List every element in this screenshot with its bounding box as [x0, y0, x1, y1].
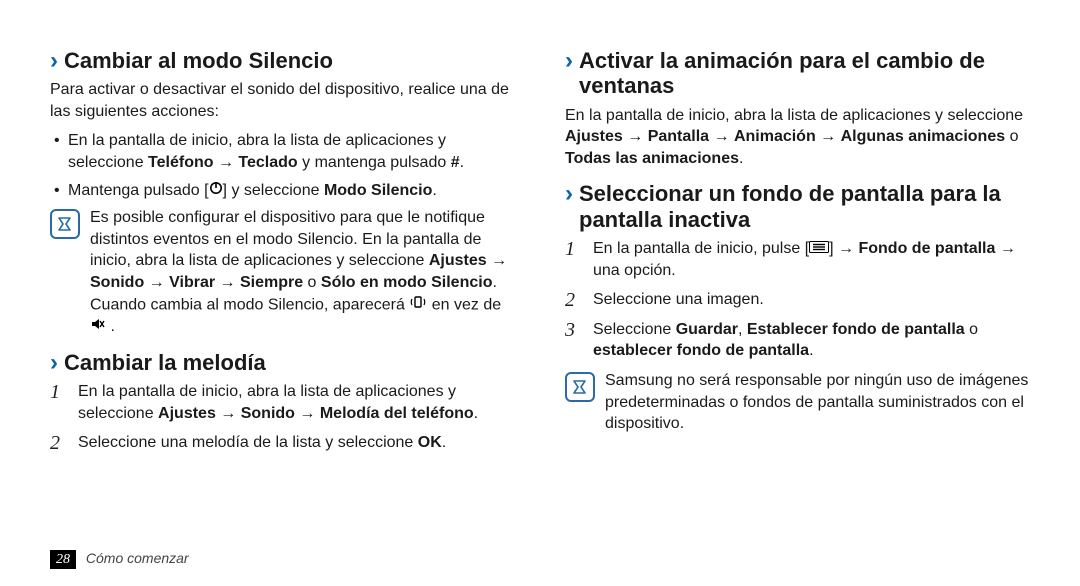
- note-text: Es posible configurar el dispositivo par…: [90, 207, 515, 338]
- note-text: Samsung no será responsable por ningún u…: [605, 370, 1030, 435]
- fondo-steps: 1 En la pantalla de inicio, pulse [] → F…: [565, 238, 1030, 362]
- melodia-steps: 1 En la pantalla de inicio, abra la list…: [50, 381, 515, 454]
- list-item: 1 En la pantalla de inicio, pulse [] → F…: [565, 238, 1030, 281]
- section-title-animacion: Activar la animación para el cambio de v…: [579, 48, 1030, 99]
- note-icon: [565, 372, 595, 402]
- chevron-icon: ›: [565, 48, 573, 73]
- list-item: 2Seleccione una imagen.: [565, 289, 1030, 311]
- list-item: 3 Seleccione Guardar, Establecer fondo d…: [565, 319, 1030, 362]
- section-title-fondo: Seleccionar un fondo de pantalla para la…: [579, 181, 1030, 232]
- bullet-item: En la pantalla de inicio, abra la lista …: [50, 130, 515, 173]
- list-item: 2 Seleccione una melodía de la lista y s…: [50, 432, 515, 454]
- note-icon: [50, 209, 80, 239]
- page-number: 28: [50, 550, 76, 569]
- section-melodia-header: › Cambiar la melodía: [50, 350, 515, 375]
- power-icon: [209, 180, 223, 202]
- menu-icon: [809, 238, 829, 260]
- left-column: › Cambiar al modo Silencio Para activar …: [50, 48, 515, 462]
- bullet-item: Mantenga pulsado [] y seleccione Modo Si…: [50, 180, 515, 202]
- chevron-icon: ›: [565, 181, 573, 206]
- note-fondo: Samsung no será responsable por ningún u…: [565, 370, 1030, 435]
- section-fondo-header: › Seleccionar un fondo de pantalla para …: [565, 181, 1030, 232]
- footer-section-name: Cómo comenzar: [86, 550, 189, 566]
- chevron-icon: ›: [50, 48, 58, 73]
- animacion-text: En la pantalla de inicio, abra la lista …: [565, 105, 1030, 170]
- section-silencio-header: › Cambiar al modo Silencio: [50, 48, 515, 73]
- page-footer: 28 Cómo comenzar: [50, 550, 189, 568]
- section-title-melodia: Cambiar la melodía: [64, 350, 266, 375]
- silencio-bullets: En la pantalla de inicio, abra la lista …: [50, 130, 515, 201]
- section-title-silencio: Cambiar al modo Silencio: [64, 48, 333, 73]
- silencio-intro: Para activar o desactivar el sonido del …: [50, 79, 515, 122]
- right-column: › Activar la animación para el cambio de…: [565, 48, 1030, 462]
- mute-icon: [90, 316, 106, 338]
- note-silencio: Es posible configurar el dispositivo par…: [50, 207, 515, 338]
- section-animacion-header: › Activar la animación para el cambio de…: [565, 48, 1030, 99]
- list-item: 1 En la pantalla de inicio, abra la list…: [50, 381, 515, 424]
- chevron-icon: ›: [50, 350, 58, 375]
- vibrate-icon: [409, 294, 427, 317]
